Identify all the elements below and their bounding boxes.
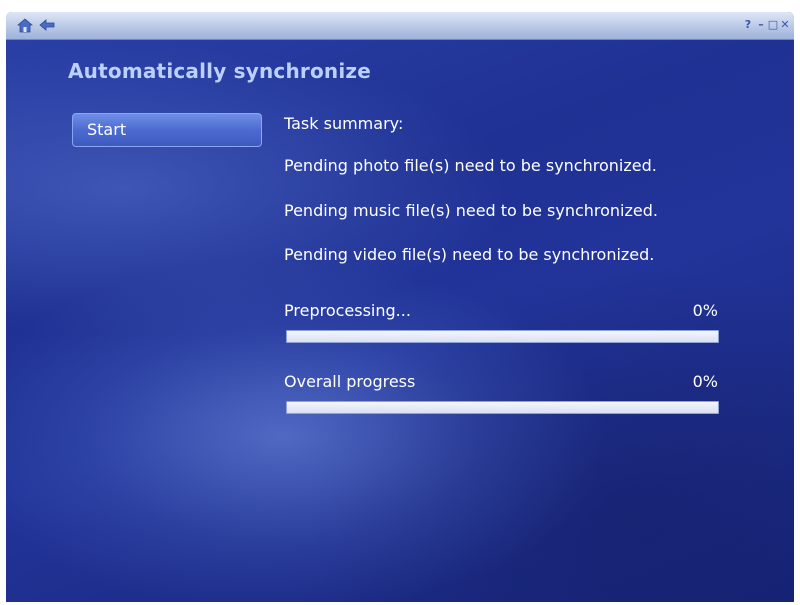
- preprocessing-progress-bar: [286, 330, 719, 343]
- task-summary-heading: Task summary:: [284, 114, 404, 133]
- preprocessing-label: Preprocessing...: [284, 301, 411, 320]
- media-center-window: ? – □ ✕ Automatically synchronize Start …: [6, 12, 794, 602]
- start-button[interactable]: Start: [72, 113, 262, 147]
- pending-music-text: Pending music file(s) need to be synchro…: [284, 201, 658, 220]
- title-bar: ? – □ ✕: [6, 12, 794, 40]
- preprocessing-percent: 0%: [692, 301, 718, 320]
- help-icon[interactable]: ?: [742, 19, 754, 31]
- home-icon[interactable]: [16, 17, 34, 33]
- back-arrow-icon[interactable]: [38, 17, 56, 33]
- close-icon[interactable]: ✕: [779, 19, 791, 31]
- overall-progress-bar: [286, 401, 719, 414]
- pending-photo-text: Pending photo file(s) need to be synchro…: [284, 156, 657, 175]
- page-title: Automatically synchronize: [68, 59, 372, 83]
- overall-progress-label: Overall progress: [284, 372, 416, 391]
- maximize-icon[interactable]: □: [767, 19, 779, 31]
- overall-progress-percent: 0%: [692, 372, 718, 391]
- minimize-icon[interactable]: –: [755, 19, 767, 31]
- pending-video-text: Pending video file(s) need to be synchro…: [284, 245, 655, 264]
